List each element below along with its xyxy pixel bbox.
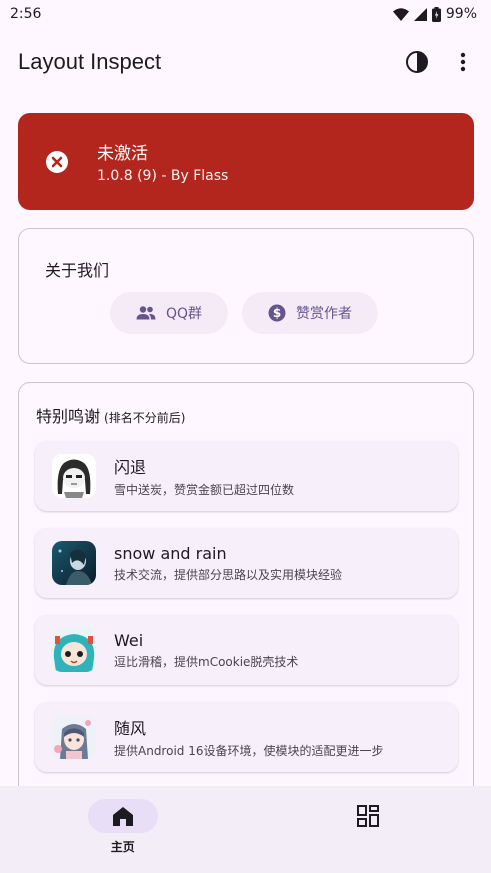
person-desc: 提供Android 16设备环境，使模块的适配更进一步 bbox=[114, 744, 384, 758]
theme-toggle-icon bbox=[406, 51, 428, 73]
nav-pill bbox=[87, 799, 158, 833]
error-icon bbox=[46, 150, 68, 173]
person-name: 闪退 bbox=[114, 458, 147, 477]
thanks-title: 特别鸣谢 bbox=[36, 407, 101, 426]
bottom-nav: 主页 bbox=[0, 786, 491, 873]
special-thanks-card: 特别鸣谢 (排名不分前后) 闪退 雪中送炭，赞赏金额已超过四位数 snow an… bbox=[18, 382, 474, 802]
app-title: Layout Inspect bbox=[18, 49, 162, 74]
status-version: 1.0.8 (9) - By Flass bbox=[97, 168, 229, 184]
dollar-icon: $ bbox=[268, 304, 286, 322]
activation-status-card[interactable]: 未激活 1.0.8 (9) - By Flass bbox=[18, 113, 474, 210]
thanks-header: 特别鸣谢 (排名不分前后) bbox=[36, 403, 185, 427]
avatar bbox=[52, 541, 96, 585]
app-bar: Layout Inspect bbox=[0, 36, 491, 88]
wifi-icon bbox=[392, 7, 409, 21]
app-actions bbox=[403, 48, 477, 76]
home-icon bbox=[112, 806, 133, 826]
list-item[interactable]: 闪退 雪中送炭，赞赏金额已超过四位数 bbox=[35, 441, 458, 511]
more-options-button[interactable] bbox=[449, 48, 477, 76]
theme-toggle-button[interactable] bbox=[403, 48, 431, 76]
person-name: Wei bbox=[114, 630, 144, 650]
list-item[interactable]: Wei 逗比滑稽，提供mCookie脱壳技术 bbox=[35, 615, 458, 685]
battery-level: 99% bbox=[445, 6, 477, 22]
nav-item-home[interactable]: 主页 bbox=[0, 786, 246, 873]
list-item[interactable]: snow and rain 技术交流，提供部分思路以及实用模块经验 bbox=[35, 528, 458, 598]
person-desc: 逗比滑稽，提供mCookie脱壳技术 bbox=[114, 654, 299, 669]
person-text: 随风 提供Android 16设备环境，使模块的适配更进一步 bbox=[114, 715, 383, 759]
donate-label: 赞赏作者 bbox=[296, 306, 353, 322]
thanks-note: (排名不分前后) bbox=[104, 411, 186, 425]
status-time: 2:56 bbox=[10, 6, 42, 22]
battery-icon bbox=[431, 6, 441, 22]
person-desc: 雪中送炭，赞赏金额已超过四位数 bbox=[114, 483, 295, 497]
person-text: snow and rain 技术交流，提供部分思路以及实用模块经验 bbox=[114, 544, 342, 583]
status-icons: 99% bbox=[392, 6, 477, 22]
status-title: 未激活 bbox=[97, 144, 148, 164]
nav-pill bbox=[333, 799, 403, 833]
qq-group-label: QQ群 bbox=[166, 306, 203, 322]
nav-item-dashboard[interactable] bbox=[246, 786, 491, 873]
dashboard-icon bbox=[357, 805, 380, 827]
svg-text:$: $ bbox=[273, 306, 281, 320]
avatar bbox=[52, 628, 96, 672]
more-vert-icon bbox=[460, 52, 466, 72]
person-name: snow and rain bbox=[114, 543, 227, 563]
avatar bbox=[52, 715, 96, 759]
avatar bbox=[52, 454, 96, 498]
person-text: 闪退 雪中送炭，赞赏金额已超过四位数 bbox=[114, 454, 294, 498]
signal-icon bbox=[413, 7, 427, 21]
qq-group-button[interactable]: QQ群 bbox=[110, 292, 229, 334]
group-icon bbox=[136, 306, 156, 320]
donate-button[interactable]: $ 赞赏作者 bbox=[242, 292, 379, 334]
person-name: 随风 bbox=[114, 719, 147, 738]
person-desc: 技术交流，提供部分思路以及实用模块经验 bbox=[114, 567, 343, 582]
list-item[interactable]: 随风 提供Android 16设备环境，使模块的适配更进一步 bbox=[35, 702, 458, 772]
status-bar: 2:56 99% bbox=[0, 0, 491, 28]
about-title: 关于我们 bbox=[45, 261, 110, 280]
nav-label-home: 主页 bbox=[110, 840, 135, 854]
person-text: Wei 逗比滑稽，提供mCookie脱壳技术 bbox=[114, 631, 298, 670]
about-card: 关于我们 QQ群 $ 赞赏作者 bbox=[18, 228, 474, 364]
status-text: 未激活 1.0.8 (9) - By Flass bbox=[97, 139, 228, 184]
about-actions: QQ群 $ 赞赏作者 bbox=[110, 292, 379, 334]
